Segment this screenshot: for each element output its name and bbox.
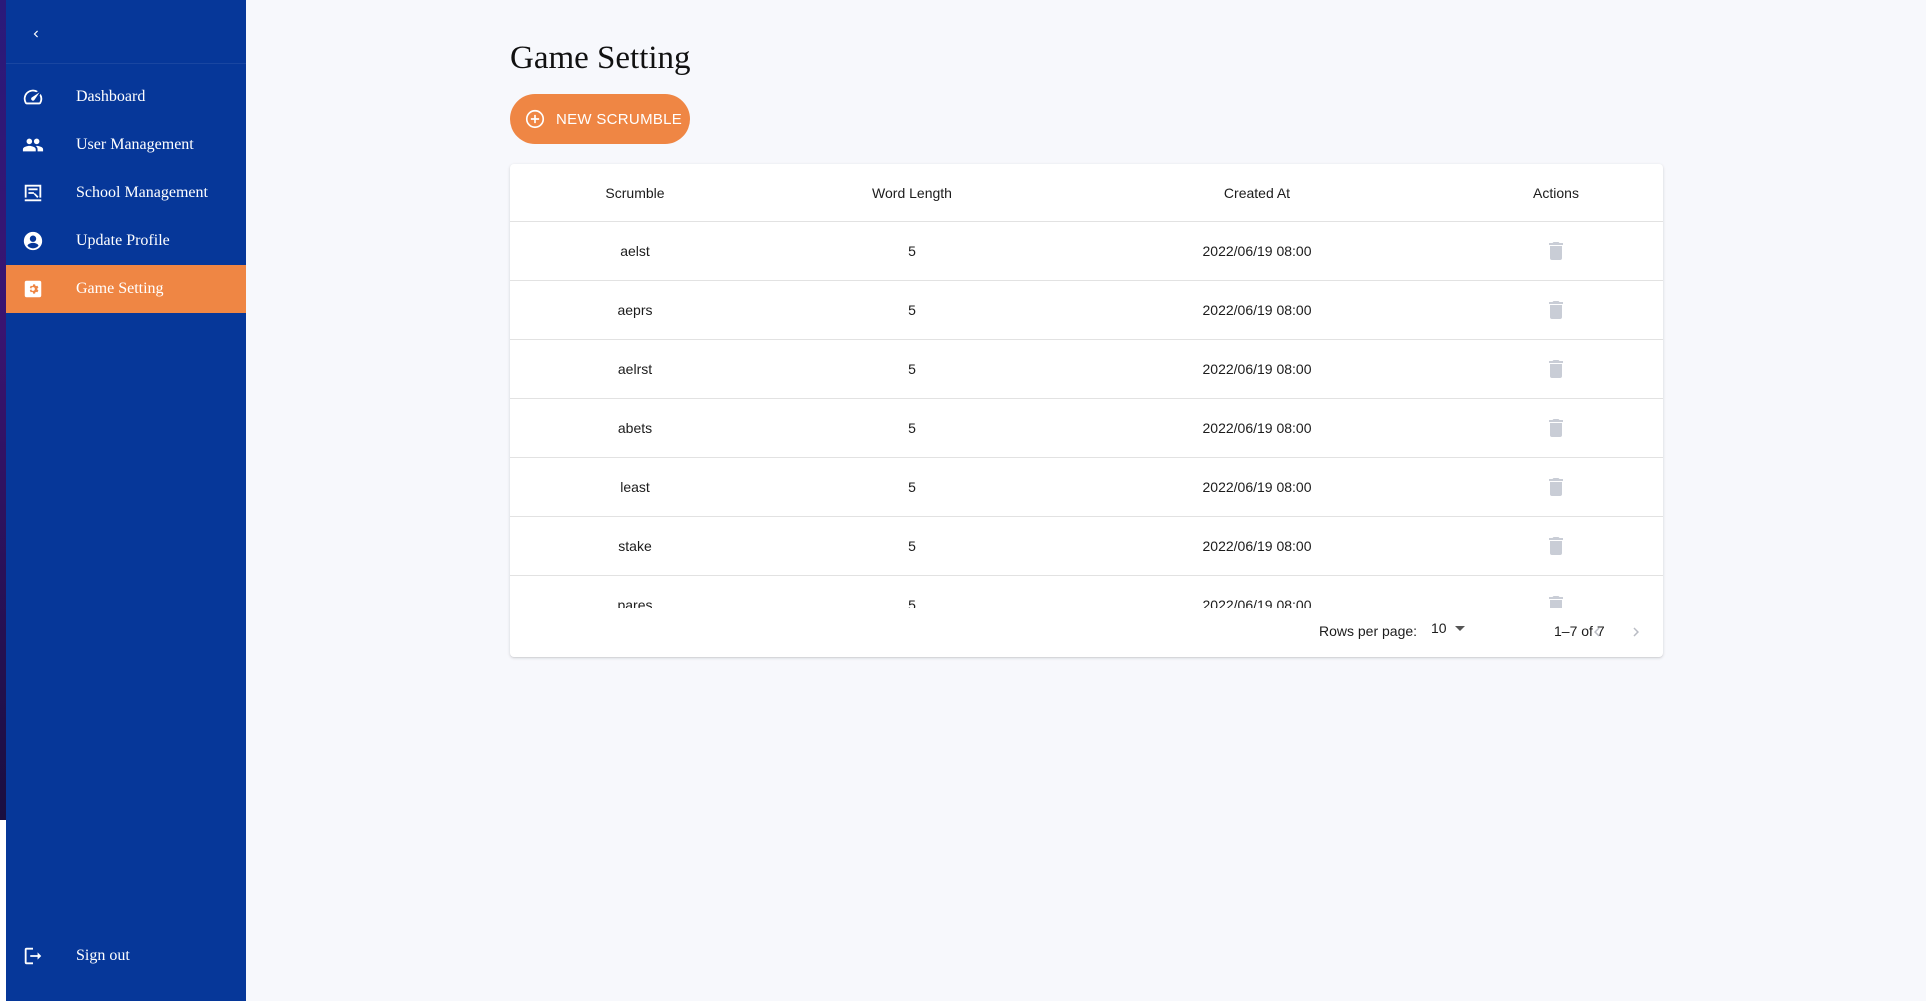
- page-title: Game Setting: [510, 40, 691, 76]
- trash-icon: [1549, 478, 1563, 496]
- scrumble-cell: aeprs: [617, 302, 653, 318]
- chevron-left-icon: [1594, 627, 1600, 637]
- add-circle-icon: [524, 108, 546, 130]
- signout-button[interactable]: Sign out: [6, 932, 246, 980]
- table-row: stake 5 2022/06/19 08:00: [510, 517, 1663, 576]
- trash-icon: [1549, 301, 1563, 319]
- created-at-cell: 2022/06/19 08:00: [1202, 420, 1312, 436]
- sidebar: Dashboard User Management School Managem…: [6, 0, 246, 1001]
- school-icon: [22, 182, 44, 204]
- created-at-cell: 2022/06/19 08:00: [1202, 361, 1312, 377]
- sidebar-item-game-setting[interactable]: Game Setting: [6, 265, 246, 313]
- delete-button[interactable]: [1546, 417, 1566, 439]
- word-length-cell: 5: [908, 243, 916, 259]
- sidebar-divider: [6, 63, 246, 64]
- delete-button[interactable]: [1546, 594, 1566, 608]
- scrumble-cell: stake: [618, 538, 652, 554]
- rows-per-page-value: 10: [1431, 620, 1447, 636]
- delete-button[interactable]: [1546, 358, 1566, 380]
- column-header-created-at[interactable]: Created At: [1224, 185, 1290, 201]
- created-at-cell: 2022/06/19 08:00: [1202, 479, 1312, 495]
- word-length-cell: 5: [908, 302, 916, 318]
- chevron-left-icon: [33, 30, 38, 38]
- collapse-sidebar-button[interactable]: [22, 20, 50, 48]
- scrumble-cell: least: [620, 479, 650, 495]
- trash-icon: [1549, 537, 1563, 555]
- delete-button[interactable]: [1546, 476, 1566, 498]
- sidebar-item-label: Update Profile: [76, 232, 170, 249]
- signout-label: Sign out: [76, 947, 130, 964]
- people-icon: [22, 134, 44, 156]
- sidebar-item-update-profile[interactable]: Update Profile: [6, 217, 246, 265]
- table-row: least 5 2022/06/19 08:00: [510, 458, 1663, 517]
- trash-icon: [1549, 360, 1563, 378]
- created-at-cell: 2022/06/19 08:00: [1202, 243, 1312, 259]
- trash-icon: [1549, 419, 1563, 437]
- delete-button[interactable]: [1546, 535, 1566, 557]
- word-length-cell: 5: [908, 479, 916, 495]
- table-row: abets 5 2022/06/19 08:00: [510, 399, 1663, 458]
- word-length-cell: 5: [908, 538, 916, 554]
- scrumble-cell: abets: [617, 420, 653, 436]
- scrumble-table: Scrumble Word Length Created At Actions …: [510, 164, 1663, 657]
- created-at-cell: 2022/06/19 08:00: [1202, 302, 1312, 318]
- scrumble-cell: pares: [617, 597, 653, 608]
- table-pagination: Rows per page: 10 1–7 of 7: [510, 608, 1663, 657]
- column-header-scrumble[interactable]: Scrumble: [605, 185, 664, 201]
- word-length-cell: 5: [908, 361, 916, 377]
- sidebar-item-label: Game Setting: [76, 280, 164, 297]
- table-row: pares 5 2022/06/19 08:00: [510, 576, 1663, 608]
- sidebar-item-dashboard[interactable]: Dashboard: [6, 73, 246, 121]
- settings-box-icon: [22, 278, 44, 300]
- word-length-cell: 5: [908, 597, 916, 608]
- table-row: aeprs 5 2022/06/19 08:00: [510, 281, 1663, 340]
- logout-icon: [22, 945, 44, 967]
- caret-down-icon: [1454, 625, 1465, 631]
- trash-icon: [1549, 242, 1563, 260]
- sidebar-item-user-management[interactable]: User Management: [6, 121, 246, 169]
- table-row: aelrst 5 2022/06/19 08:00: [510, 340, 1663, 399]
- word-length-cell: 5: [908, 420, 916, 436]
- account-circle-icon: [22, 230, 44, 252]
- trash-icon: [1549, 596, 1563, 608]
- created-at-cell: 2022/06/19 08:00: [1202, 538, 1312, 554]
- table-row: aelst 5 2022/06/19 08:00: [510, 222, 1663, 281]
- table-header-row: Scrumble Word Length Created At Actions: [510, 164, 1663, 222]
- sidebar-item-school-management[interactable]: School Management: [6, 169, 246, 217]
- new-scrumble-label: NEW SCRUMBLE: [556, 110, 683, 128]
- delete-button[interactable]: [1546, 299, 1566, 321]
- column-header-word-length[interactable]: Word Length: [872, 185, 952, 201]
- chevron-right-icon: [1633, 627, 1639, 637]
- main-content: Game Setting NEW SCRUMBLE Scrumble Word …: [246, 0, 1926, 1001]
- previous-page-button[interactable]: [1585, 620, 1609, 644]
- sidebar-item-label: School Management: [76, 184, 208, 201]
- created-at-cell: 2022/06/19 08:00: [1202, 597, 1312, 608]
- scrumble-cell: aelrst: [617, 361, 653, 377]
- rows-per-page-label: Rows per page:: [1319, 623, 1418, 639]
- delete-button[interactable]: [1546, 240, 1566, 262]
- column-header-actions: Actions: [1533, 184, 1579, 201]
- new-scrumble-button[interactable]: NEW SCRUMBLE: [510, 94, 690, 144]
- sidebar-item-label: Dashboard: [76, 88, 146, 105]
- scrumble-cell: aelst: [620, 243, 650, 259]
- sidebar-item-label: User Management: [76, 136, 194, 153]
- table-scroll-area[interactable]: Scrumble Word Length Created At Actions …: [510, 164, 1663, 608]
- next-page-button[interactable]: [1624, 620, 1648, 644]
- speedometer-icon: [22, 86, 44, 108]
- rows-per-page-select[interactable]: 10: [1431, 620, 1465, 636]
